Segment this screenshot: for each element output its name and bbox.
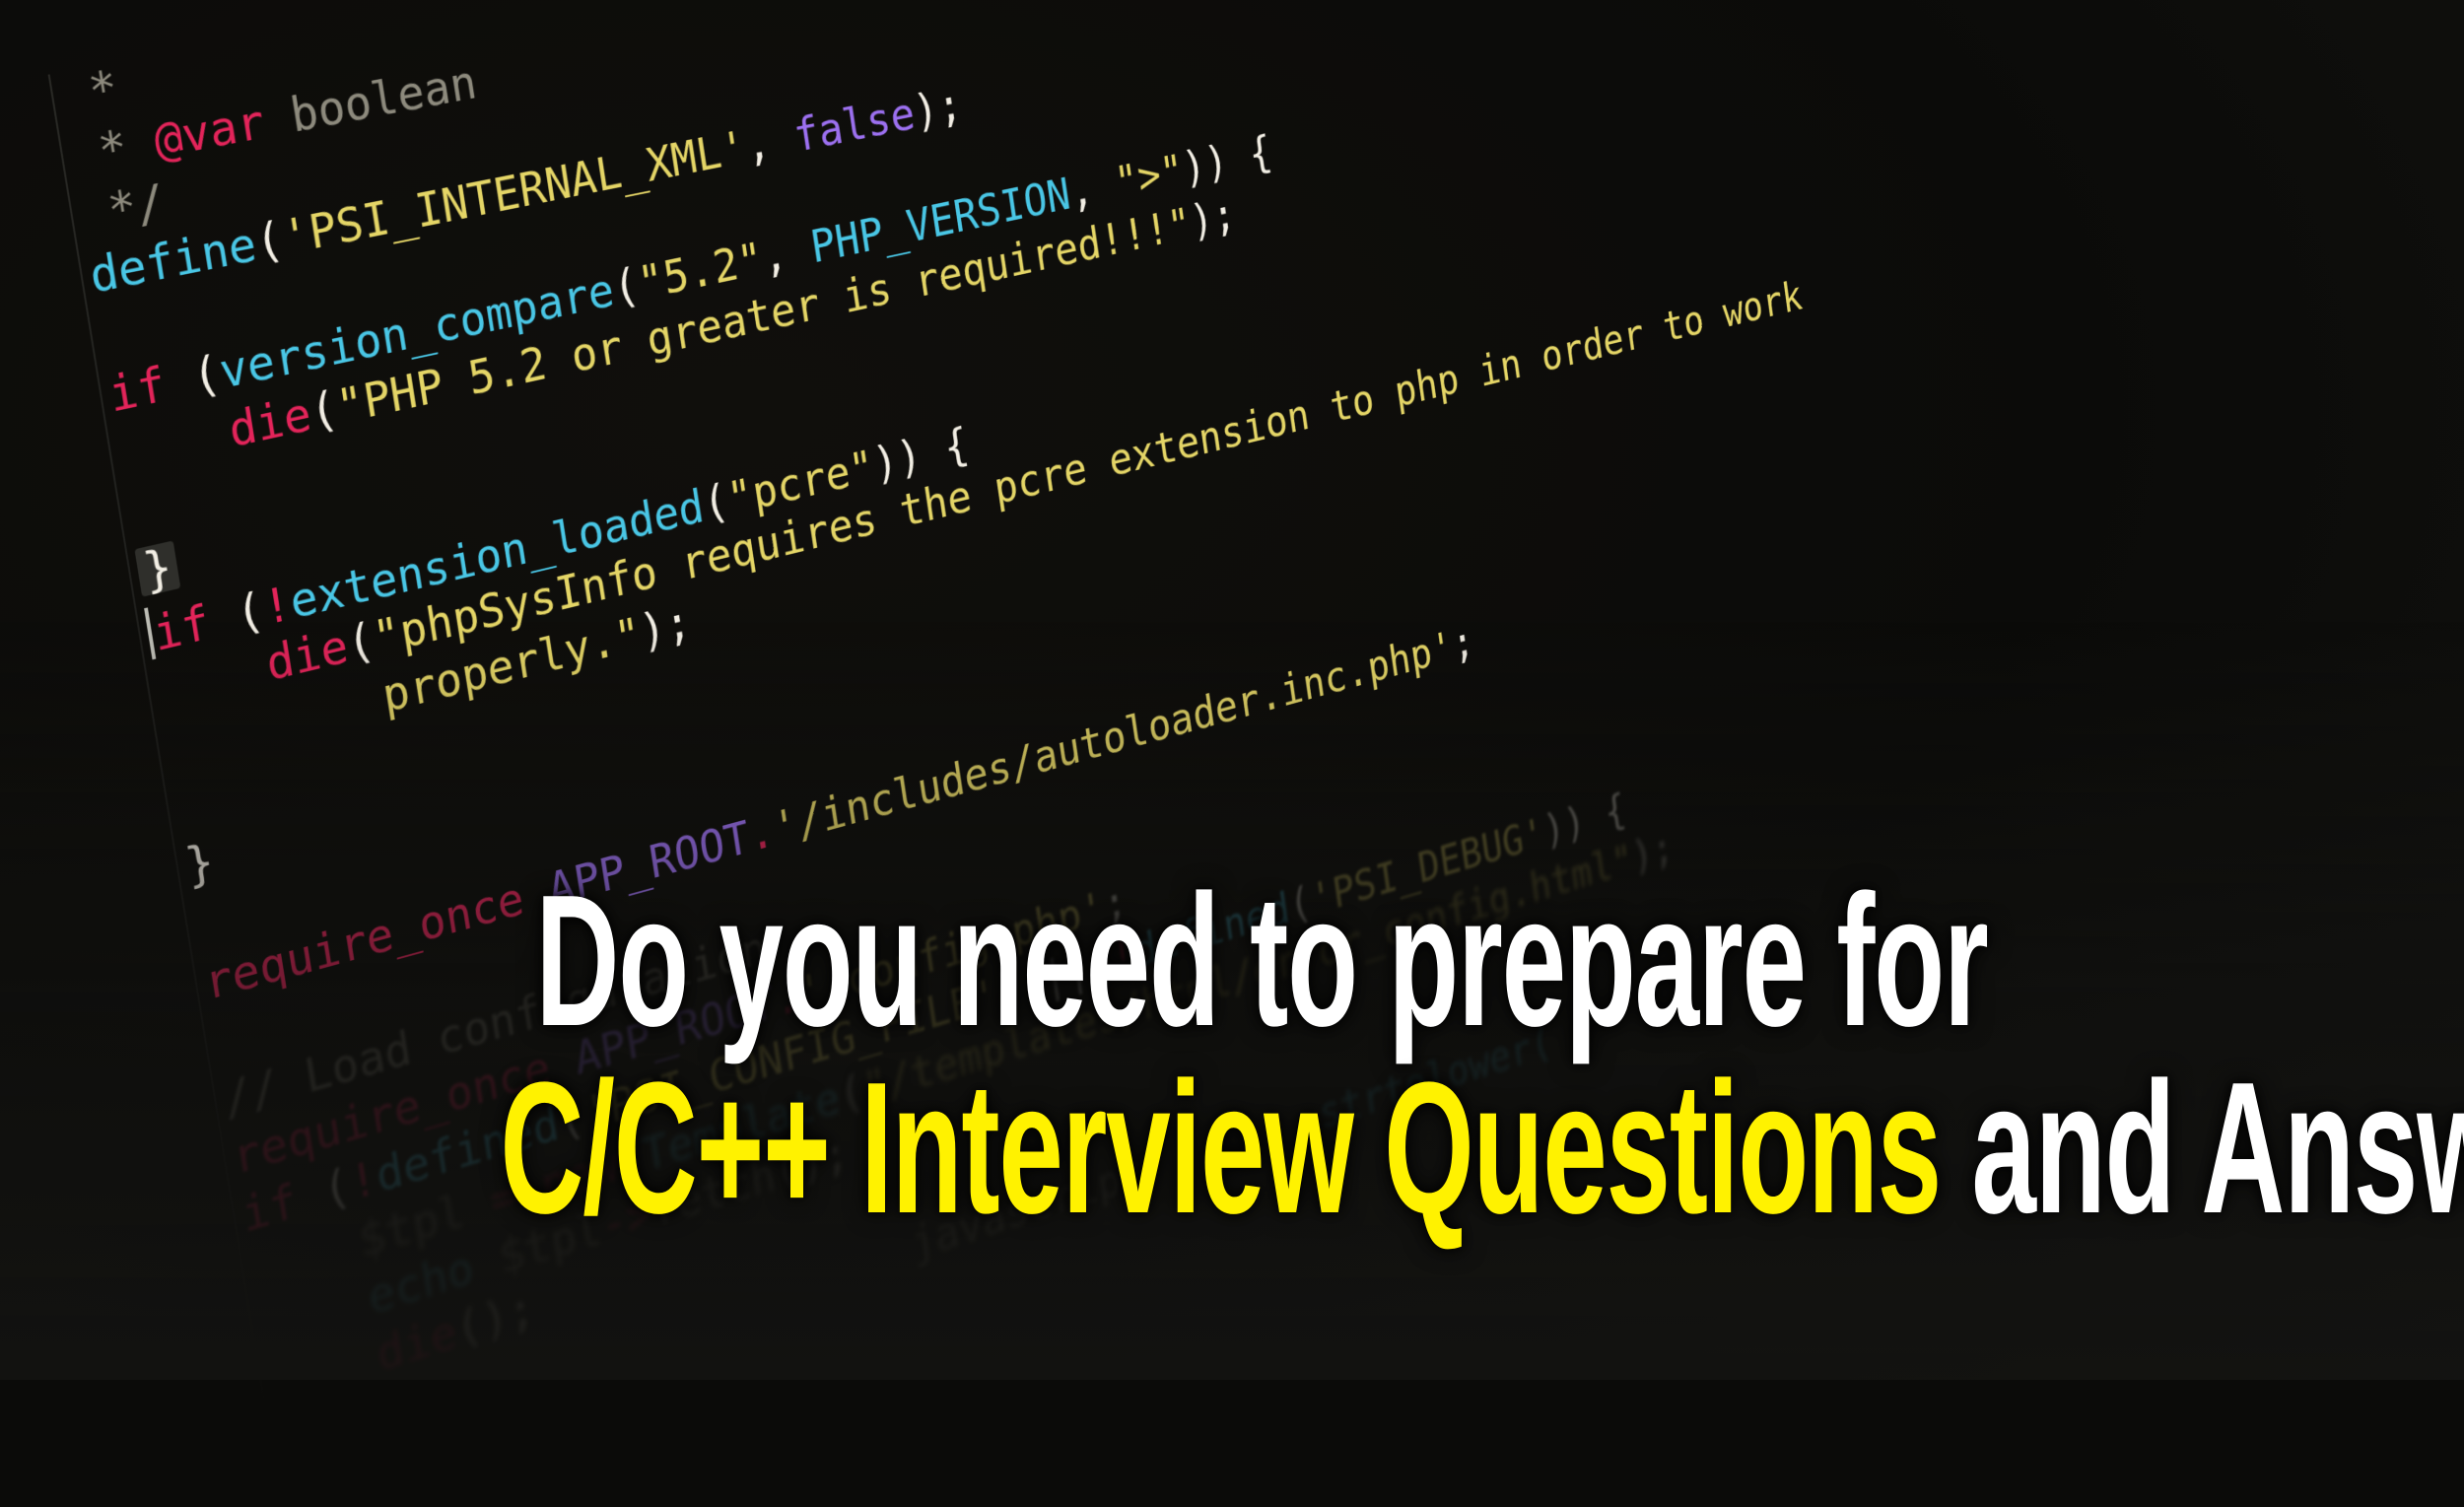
code-token: 'PSI_INTERNAL_XML' xyxy=(278,119,750,266)
code-token: ); xyxy=(636,594,695,659)
code-line: } xyxy=(181,833,218,895)
code-token: ); xyxy=(910,77,966,139)
code-line: * xyxy=(57,59,122,121)
code-token: ( xyxy=(160,344,225,412)
code-token: } xyxy=(181,832,218,895)
code-token: if xyxy=(104,356,170,424)
headline-line-1: Do you need to prepare for xyxy=(516,867,2008,1055)
code-token: boolean xyxy=(259,54,481,149)
headline-question: Do you need to prepare for xyxy=(535,856,1988,1065)
code-token: , xyxy=(1065,158,1120,219)
code-token: ); xyxy=(1187,187,1239,247)
code-token: , xyxy=(758,221,815,285)
code-token: die xyxy=(225,385,315,459)
code-token: )) { xyxy=(1179,125,1275,194)
code-token: @var xyxy=(150,93,269,170)
code-token: '/includes/autoloader.inc.php' xyxy=(769,621,1457,856)
code-token: require_once xyxy=(200,870,527,1011)
matched-brace: } xyxy=(134,538,181,599)
code-token: false xyxy=(789,87,919,163)
headline-suffix: and Answers? xyxy=(1971,1044,2464,1253)
headline-line-2: C/C++ Interview Questions and Answers? xyxy=(500,1055,2464,1242)
code-line: * @var boolean xyxy=(66,54,480,185)
code-token: , xyxy=(741,110,798,172)
code-token: * xyxy=(66,113,160,185)
code-line: } xyxy=(134,538,181,599)
code-token: * xyxy=(56,58,122,126)
code-line: */ xyxy=(77,173,169,240)
headline-topic-highlight: C/C++ Interview Questions xyxy=(500,1044,1942,1253)
